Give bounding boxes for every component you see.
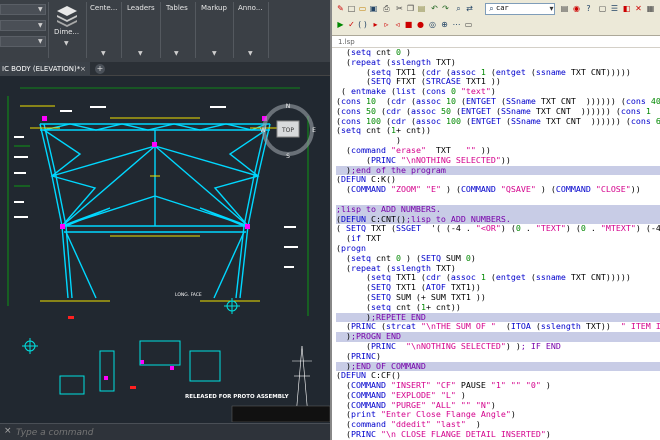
compass-north[interactable]: N: [286, 103, 291, 110]
command-input[interactable]: [16, 426, 316, 439]
bracket-icon[interactable]: ( ): [358, 20, 367, 29]
code-line[interactable]: (COMMAND "ZOOM" "E" ) (COMMAND "QSAVE" )…: [336, 184, 660, 195]
compass-east[interactable]: E: [312, 127, 316, 134]
dimension-stack-icon: [57, 6, 77, 27]
toggle-icon[interactable]: ◉: [572, 4, 581, 13]
document-tab-label: IC BODY (ELEVATION)*: [2, 65, 81, 73]
ribbon-separator: [268, 2, 269, 58]
breakpoint-icon[interactable]: ●: [416, 20, 425, 29]
ribbon-separator: [195, 2, 196, 58]
find-icon[interactable]: ⌕: [454, 4, 463, 13]
chevron-down-icon: ▼: [64, 40, 69, 47]
ribbon: ▼ ▼ ▼ Dime... ▼ Cente... ▼ Leaders ▼ Tab…: [0, 0, 330, 62]
grid-icon[interactable]: ▦: [646, 4, 655, 13]
help-icon[interactable]: ?: [584, 4, 593, 13]
released-label: RELEASED FOR PROTO ASSEMBLY: [185, 394, 290, 400]
inspect-icon[interactable]: ⊕: [440, 20, 449, 29]
document-tab[interactable]: IC BODY (ELEVATION)*: [0, 62, 90, 76]
tower-symbol-icon: [292, 345, 312, 417]
chevron-down-icon: ▼: [38, 22, 43, 29]
step-into-icon[interactable]: ▹: [382, 20, 391, 29]
detail-symbols: [22, 298, 240, 395]
lisp-editor-window: ✎ □ ▭ ▣ ⎙ ✂ ❐ ▤ ↶ ↷ ⌕ ⇄ car ⌕ ▾ ▤ ◉ ? ▢ …: [330, 0, 660, 440]
markup-button[interactable]: Markup: [201, 4, 227, 18]
annotate-button[interactable]: Anno...: [238, 4, 263, 18]
watch-icon[interactable]: ◎: [428, 20, 437, 29]
search-icon: ⌕: [489, 4, 494, 13]
chevron-down-icon: ▼: [138, 50, 143, 57]
find-next-icon[interactable]: ▤: [560, 4, 569, 13]
leaders-button[interactable]: Leaders: [127, 4, 155, 18]
yellow-members: [20, 105, 285, 302]
viewcube-top-label[interactable]: TOP: [281, 127, 294, 134]
ribbon-separator: [160, 2, 161, 58]
load-icon[interactable]: ▶: [336, 20, 345, 29]
ribbon-separator: [233, 2, 234, 58]
chevron-down-icon: ▼: [38, 38, 43, 45]
title-block: [231, 405, 330, 422]
step-out-icon[interactable]: ◃: [393, 20, 402, 29]
check-icon[interactable]: ✓: [347, 20, 356, 29]
open-icon[interactable]: ▭: [358, 4, 367, 13]
close-icon[interactable]: ×: [80, 62, 86, 76]
stop-icon[interactable]: ■: [404, 20, 413, 29]
editor-toolbar: ✎ □ ▭ ▣ ⎙ ✂ ❐ ▤ ↶ ↷ ⌕ ⇄ car ⌕ ▾ ▤ ◉ ? ▢ …: [332, 0, 660, 36]
compass-south[interactable]: S: [286, 153, 290, 160]
viewcube[interactable]: TOP N S E W: [258, 100, 318, 160]
centerline-button[interactable]: Cente...: [90, 4, 117, 18]
chevron-down-icon: ▼: [248, 50, 253, 57]
ribbon-separator: [121, 2, 122, 58]
console-icon[interactable]: ▭: [464, 20, 473, 29]
paste-icon[interactable]: ▤: [417, 4, 426, 13]
replace-icon[interactable]: ⇄: [465, 4, 474, 13]
list-icon[interactable]: ☰: [610, 4, 619, 13]
close-icon[interactable]: ✕: [634, 4, 643, 13]
ribbon-separator: [86, 2, 87, 58]
new-file-icon[interactable]: □: [347, 4, 356, 13]
chevron-down-icon: ▼: [212, 50, 217, 57]
cut-icon[interactable]: ✂: [395, 4, 404, 13]
chevron-down-icon: ▼: [174, 50, 179, 57]
compass-west[interactable]: W: [260, 127, 266, 134]
front-label: LONG. FACE: [175, 292, 202, 298]
code-line[interactable]: ( SETQ TXT (SSGET '( (-4 . "<OR") (0 . "…: [336, 223, 660, 234]
command-line: ×: [0, 423, 330, 440]
document-tab-bar: IC BODY (ELEVATION)* × +: [0, 62, 330, 76]
format-icon[interactable]: ◧: [622, 4, 631, 13]
code-area[interactable]: (setq cnt 0 ) (repeat (sslength TXT) (se…: [336, 47, 660, 440]
code-line[interactable]: (if TXT: [336, 233, 660, 244]
save-icon[interactable]: ▣: [369, 4, 378, 13]
chevron-down-icon: ▼: [101, 50, 106, 57]
step-icon[interactable]: ▸: [371, 20, 380, 29]
ribbon-separator: [48, 2, 49, 58]
tables-button[interactable]: Tables: [166, 4, 188, 18]
undo-icon[interactable]: ↶: [430, 4, 439, 13]
tower-frame: [39, 123, 271, 299]
code-line[interactable]: (PRINC "\nNOTHING SELECTED") ); IF END: [336, 341, 660, 352]
cad-window: ▼ ▼ ▼ Dime... ▼ Cente... ▼ Leaders ▼ Tab…: [0, 0, 330, 440]
edit-icon[interactable]: ✎: [336, 4, 345, 13]
chevron-down-icon[interactable]: ▾: [547, 4, 556, 13]
red-markers: [68, 316, 136, 389]
print-icon[interactable]: ⎙: [382, 4, 391, 13]
code-line[interactable]: (PRINC "\n CLOSE FLANGE DETAIL INSERTED"…: [336, 429, 660, 440]
window-icon[interactable]: ▢: [598, 4, 607, 13]
close-icon[interactable]: ×: [4, 426, 12, 436]
redo-icon[interactable]: ↷: [441, 4, 450, 13]
chevron-down-icon: ▼: [38, 6, 43, 13]
search-value: car: [496, 4, 509, 12]
copy-icon[interactable]: ❐: [406, 4, 415, 13]
add-tab-button[interactable]: +: [95, 64, 105, 74]
trace-icon[interactable]: ⋯: [452, 20, 461, 29]
